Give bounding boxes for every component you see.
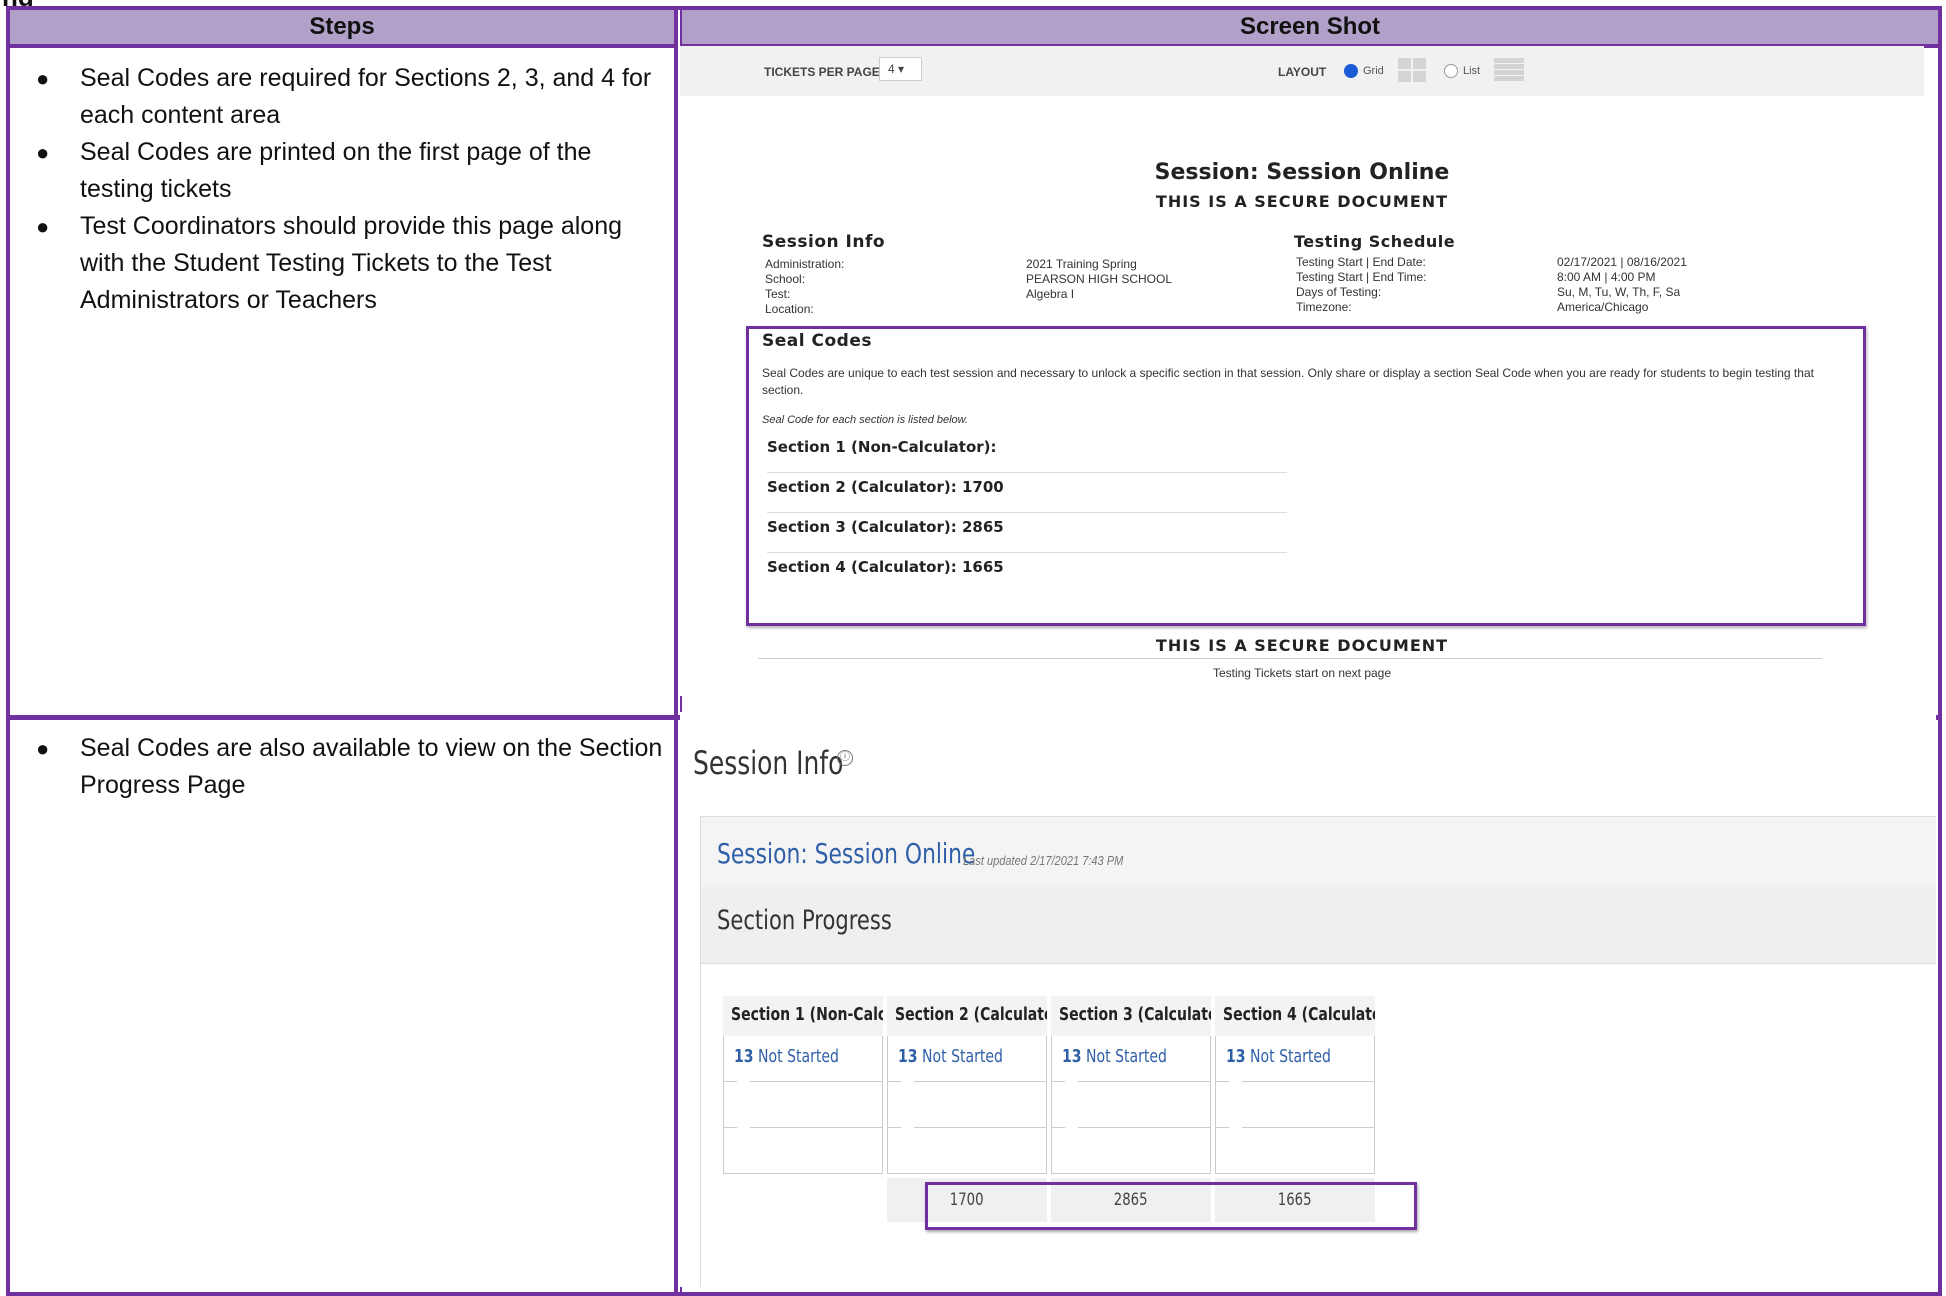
testing-schedule-values: 02/17/2021 | 08/16/2021 8:00 AM | 4:00 P… [1557,255,1687,314]
status-card[interactable]: 13 Not Started [887,1036,1047,1090]
seal-codes-highlight-box: Seal Codes Seal Codes are unique to each… [746,326,1866,626]
status-card-empty [1215,1082,1375,1136]
status-card-empty [1051,1128,1211,1174]
not-started-link[interactable]: 13 Not Started [734,1046,839,1067]
secure-notice: THIS IS A SECURE DOCUMENT [1155,192,1449,211]
seal-code-section-4: Section 4 (Calculator): 1665 [767,558,1004,576]
ticket-session-title: Session: Session Online [1154,160,1450,185]
session-info-heading: Session Info [762,232,886,252]
list-label: List [1463,65,1481,77]
status-card[interactable]: 13 Not Started [1215,1036,1375,1090]
ticket-page-screenshot: TICKETS PER PAGE 4 ▾ LAYOUT Grid List Se… [680,46,1924,696]
last-updated-text: Last updated 2/17/2021 7:43 PM [963,853,1124,868]
session-name-link[interactable]: Session: Session Online [717,837,975,870]
header-steps: Steps [10,10,674,48]
section-column-header: Section 4 (Calculator) [1215,996,1375,1036]
status-card[interactable]: 13 Not Started [723,1036,883,1090]
seal-code-section-2: Section 2 (Calculator): 1700 [767,472,1287,513]
not-started-link[interactable]: 13 Not Started [1226,1046,1331,1067]
seal-codes-heading: Seal Codes [762,331,872,351]
seal-codes-note: Seal Code for each section is listed bel… [762,414,969,426]
footer-divider [758,658,1822,659]
seal-code-cell [723,1178,883,1222]
steps-list-row-2: ● Seal Codes are also available to view o… [28,730,665,804]
step-item: ● Seal Codes are required for Sections 2,… [36,64,652,129]
not-started-link[interactable]: 13 Not Started [898,1046,1003,1067]
list-layout-icon [1494,58,1524,82]
status-card[interactable]: 13 Not Started [1051,1036,1211,1090]
status-card-empty [723,1128,883,1174]
seal-code-section-1: Section 1 (Non-Calculator): [767,432,1287,473]
section-progress-header: Section Progress [701,887,1936,964]
list-radio[interactable] [1444,64,1458,78]
testing-schedule-heading: Testing Schedule [1294,232,1456,251]
not-started-link[interactable]: 13 Not Started [1062,1046,1167,1067]
layout-label: LAYOUT [1278,65,1327,79]
grid-layout-icon [1398,58,1426,82]
section-progress-body: Section 1 (Non-Calculat... 13 Not Starte… [701,964,1936,1287]
section-progress-title: Section Progress [717,905,892,936]
header-screenshot: Screen Shot [682,10,1938,48]
seal-codes-description: Seal Codes are unique to each test sessi… [762,366,1814,397]
footer-secure-notice: THIS IS A SECURE DOCUMENT [1155,636,1449,655]
seal-codes-highlight-box [925,1182,1417,1230]
section-column-header: Section 3 (Calculator) [1051,996,1211,1036]
info-icon[interactable]: ⓘ [837,750,853,766]
column-divider [674,10,678,1292]
section-progress-screenshot: Session Info ⓘ Session: Session Online L… [680,712,1936,1287]
testing-schedule-labels: Testing Start | End Date: Testing Start … [1296,255,1427,314]
ticket-toolbar: TICKETS PER PAGE 4 ▾ LAYOUT Grid List [680,46,1924,96]
section-column-header: Section 2 (Calculator) [887,996,1047,1036]
tickets-per-page-select[interactable]: 4 ▾ [879,57,922,81]
session-info-values: 2021 Training Spring PEARSON HIGH SCHOOL… [1026,257,1173,301]
seal-code-section-3: Section 3 (Calculator): 2865 [767,512,1287,553]
status-card-empty [1215,1128,1375,1174]
step-item: ● Seal Codes are also available to view o… [36,734,663,799]
step-item: ● Seal Codes are printed on the first pag… [36,138,592,203]
grid-label: Grid [1363,65,1384,77]
status-card-empty [723,1082,883,1136]
steps-list-row-1: ● Seal Codes are required for Sections 2,… [28,60,665,319]
step-item: ● Test Coordinators should provide this p… [36,212,623,314]
grid-radio[interactable] [1344,64,1358,78]
section-column-1: Section 1 (Non-Calculat... 13 Not Starte… [723,996,883,1222]
section-column-header: Section 1 (Non-Calculat... [723,996,883,1036]
footer-note: Testing Tickets start on next page [1212,666,1392,680]
status-card-empty [887,1128,1047,1174]
status-card-empty [1051,1082,1211,1136]
session-info-title: Session Info [693,744,844,782]
session-panel-header: Session: Session Online Last updated 2/1… [701,817,1936,888]
session-info-labels: Administration: School: Test: Location: [765,257,845,316]
status-card-empty [887,1082,1047,1136]
tickets-per-page-label: TICKETS PER PAGE [764,65,880,79]
